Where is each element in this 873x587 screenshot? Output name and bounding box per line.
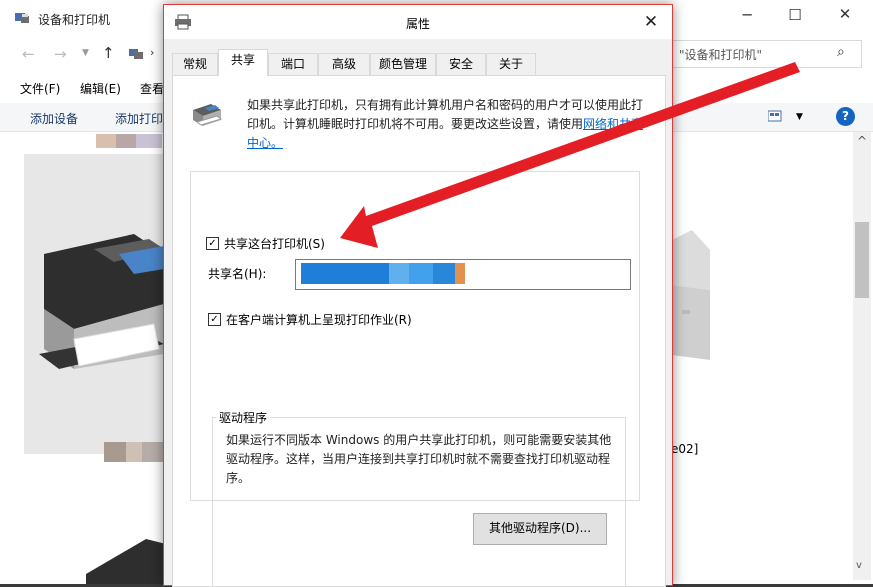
additional-drivers-button[interactable]: 其他驱动程序(D)... bbox=[473, 513, 607, 545]
share-name-redaction bbox=[301, 263, 389, 284]
share-printer-checkbox-row[interactable]: ✓ 共享这台打印机(S) bbox=[206, 235, 328, 252]
driver-group-title: 驱动程序 bbox=[216, 409, 271, 426]
back-icon[interactable]: ← bbox=[22, 45, 35, 63]
tab-advanced[interactable]: 高级 bbox=[318, 53, 370, 75]
share-name-redaction-light bbox=[409, 263, 433, 284]
printer-device-icon[interactable] bbox=[24, 154, 164, 454]
dialog-close-button[interactable]: ✕ bbox=[636, 10, 666, 34]
close-window-button[interactable]: ✕ bbox=[822, 5, 868, 23]
share-name-input[interactable] bbox=[295, 259, 631, 290]
printer-device-icon-right[interactable] bbox=[672, 230, 710, 370]
share-printer-label: 共享这台打印机(S) bbox=[224, 237, 325, 251]
render-jobs-label: 在客户端计算机上呈现打印作业(R) bbox=[226, 313, 412, 327]
scroll-up-icon[interactable]: ^ bbox=[857, 134, 867, 148]
scroll-down-icon[interactable]: v bbox=[856, 560, 862, 571]
printer-properties-dialog: 属性 ✕ 常规 共享 端口 高级 颜色管理 安全 关于 如果共享此打印机，只有拥… bbox=[163, 4, 673, 587]
search-placeholder: "设备和打印机" bbox=[679, 48, 763, 62]
printer-icon-bottom[interactable] bbox=[86, 534, 166, 584]
share-printer-checkbox[interactable]: ✓ bbox=[206, 237, 219, 250]
help-icon[interactable]: ? bbox=[836, 107, 855, 126]
forward-icon[interactable]: → bbox=[54, 45, 67, 63]
minimize-button[interactable]: ─ bbox=[724, 6, 770, 24]
redacted-thumbnail-bottom bbox=[104, 442, 164, 462]
tab-color-management[interactable]: 颜色管理 bbox=[370, 53, 436, 75]
search-icon[interactable]: ⌕ bbox=[837, 44, 845, 60]
maximize-button[interactable]: ☐ bbox=[772, 6, 818, 24]
view-options-icon[interactable] bbox=[767, 110, 782, 122]
menu-view[interactable]: 查看 bbox=[140, 80, 164, 97]
tab-ports[interactable]: 端口 bbox=[268, 53, 318, 75]
search-input[interactable]: "设备和打印机" ⌕ bbox=[672, 40, 862, 68]
dialog-title: 属性 bbox=[405, 17, 430, 31]
add-device-button[interactable]: 添加设备 bbox=[30, 110, 78, 127]
tab-security[interactable]: 安全 bbox=[436, 53, 486, 75]
explorer-title: 设备和打印机 bbox=[38, 13, 111, 27]
up-icon[interactable]: ↑ bbox=[102, 44, 115, 62]
share-name-redaction-blue bbox=[433, 263, 455, 284]
tab-about[interactable]: 关于 bbox=[486, 53, 536, 75]
share-name-redaction-orange bbox=[455, 263, 465, 284]
redacted-thumbnail-top bbox=[96, 134, 162, 148]
devices-printers-icon bbox=[14, 11, 30, 24]
scrollbar-thumb[interactable] bbox=[855, 222, 869, 298]
share-name-redaction-mid bbox=[389, 263, 409, 284]
address-chevron-icon: › bbox=[150, 46, 155, 59]
render-jobs-checkbox[interactable]: ✓ bbox=[208, 313, 221, 326]
add-printer-button[interactable]: 添加打印 bbox=[115, 110, 163, 127]
vertical-scrollbar[interactable]: ^ v bbox=[853, 132, 871, 580]
view-dropdown-chevron-icon[interactable]: ▼ bbox=[796, 112, 803, 122]
menu-edit[interactable]: 编辑(E) bbox=[80, 80, 121, 97]
tab-sharing[interactable]: 共享 bbox=[218, 49, 268, 76]
share-name-label: 共享名(H): bbox=[208, 267, 267, 281]
render-jobs-checkbox-row[interactable]: ✓ 在客户端计算机上呈现打印作业(R) bbox=[208, 311, 412, 328]
address-icon bbox=[128, 48, 144, 60]
sharing-info-text: 如果共享此打印机，只有拥有此计算机用户名和密码的用户才可以使用此打印机。计算机睡… bbox=[247, 96, 651, 153]
recent-chevron-icon[interactable]: ▼ bbox=[82, 48, 89, 58]
printer-share-icon bbox=[189, 100, 225, 130]
menu-file[interactable]: 文件(F) bbox=[20, 80, 60, 97]
dialog-titlebar: 属性 ✕ bbox=[164, 5, 672, 39]
driver-info-text: 如果运行不同版本 Windows 的用户共享此打印机，则可能需要安装其他驱动程序… bbox=[226, 433, 612, 485]
tab-general[interactable]: 常规 bbox=[172, 53, 218, 75]
device-label: e02] bbox=[671, 442, 699, 456]
